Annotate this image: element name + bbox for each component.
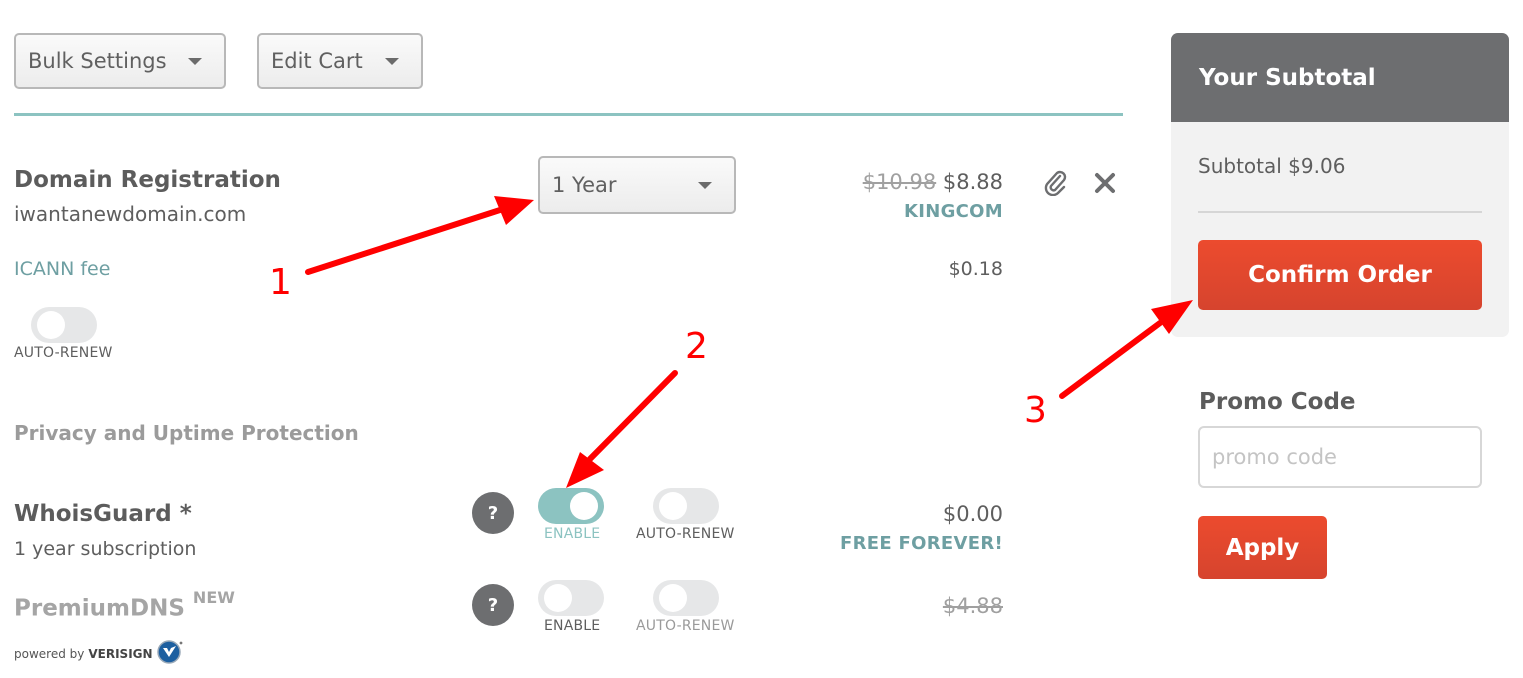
verisign-brand: VERISIGN — [88, 647, 153, 661]
whoisguard-enable-toggle[interactable] — [538, 488, 604, 524]
original-price: $10.98 — [862, 170, 937, 194]
paperclip-icon[interactable] — [1043, 170, 1069, 197]
annotation-arrow-1 — [305, 196, 534, 275]
close-icon[interactable] — [1094, 172, 1116, 194]
annotation-arrow-2 — [566, 370, 678, 488]
discounted-price: $8.88 — [942, 170, 1003, 194]
premiumdns-price: $4.88 — [942, 594, 1003, 618]
bulk-settings-dropdown[interactable]: Bulk Settings — [14, 33, 226, 89]
icann-fee-price: $0.18 — [948, 258, 1003, 280]
premiumdns-auto-renew-toggle[interactable] — [653, 580, 719, 616]
icann-fee-link[interactable]: ICANN fee — [14, 258, 110, 280]
privacy-section-title: Privacy and Uptime Protection — [14, 421, 359, 445]
edit-cart-label: Edit Cart — [271, 49, 363, 73]
chevron-down-icon — [698, 182, 712, 189]
section-divider — [14, 113, 1123, 116]
bulk-settings-label: Bulk Settings — [28, 49, 167, 73]
chevron-down-icon — [188, 58, 202, 65]
premiumdns-title: PremiumDNS NEW — [14, 588, 235, 622]
annotation-number-1: 1 — [269, 262, 292, 303]
annotation-number-2: 2 — [685, 326, 708, 367]
premiumdns-enable-label: ENABLE — [544, 618, 601, 634]
subtotal-header: Your Subtotal — [1171, 33, 1509, 122]
whoisguard-price: $0.00 — [942, 502, 1003, 526]
subtotal-divider — [1198, 211, 1482, 213]
toggle-knob — [659, 492, 687, 520]
verisign-logo: powered by VERISIGN — [14, 640, 183, 668]
applied-promo-code: KINGCOM — [903, 201, 1003, 222]
registration-period-value: 1 Year — [552, 173, 617, 197]
whoisguard-title: WhoisGuard * — [14, 501, 192, 527]
powered-by-text: powered by — [14, 647, 85, 661]
new-badge: NEW — [192, 588, 235, 607]
promo-code-input[interactable] — [1198, 426, 1482, 488]
domain-auto-renew-label: AUTO-RENEW — [14, 345, 113, 361]
confirm-order-button[interactable]: Confirm Order — [1198, 240, 1482, 310]
whoisguard-enable-label: ENABLE — [544, 526, 601, 542]
registration-period-select[interactable]: 1 Year — [538, 156, 736, 214]
whoisguard-auto-renew-toggle[interactable] — [653, 488, 719, 524]
domain-price: $10.98 $8.88 — [863, 170, 1003, 194]
chevron-down-icon — [385, 58, 399, 65]
toggle-knob — [37, 311, 65, 339]
verisign-check-icon — [156, 640, 183, 668]
whoisguard-auto-renew-label: AUTO-RENEW — [636, 526, 735, 542]
edit-cart-dropdown[interactable]: Edit Cart — [257, 33, 423, 89]
toggle-knob — [659, 584, 687, 612]
toggle-knob — [570, 492, 598, 520]
apply-promo-button[interactable]: Apply — [1198, 516, 1327, 579]
whoisguard-help-icon[interactable]: ? — [472, 492, 514, 534]
domain-registration-title: Domain Registration — [14, 167, 281, 193]
domain-auto-renew-toggle[interactable] — [31, 307, 97, 343]
premiumdns-name: PremiumDNS — [14, 595, 185, 622]
premiumdns-enable-toggle[interactable] — [538, 580, 604, 616]
promo-code-title: Promo Code — [1199, 389, 1356, 415]
annotation-number-3: 3 — [1024, 390, 1047, 431]
premiumdns-auto-renew-label: AUTO-RENEW — [636, 618, 735, 634]
subtotal-value: Subtotal $9.06 — [1198, 154, 1346, 178]
premiumdns-help-icon[interactable]: ? — [472, 584, 514, 626]
whoisguard-subtitle: 1 year subscription — [14, 538, 197, 560]
toggle-knob — [544, 584, 572, 612]
whoisguard-price-note: FREE FOREVER! — [840, 533, 1003, 554]
domain-name: iwantanewdomain.com — [14, 202, 247, 226]
